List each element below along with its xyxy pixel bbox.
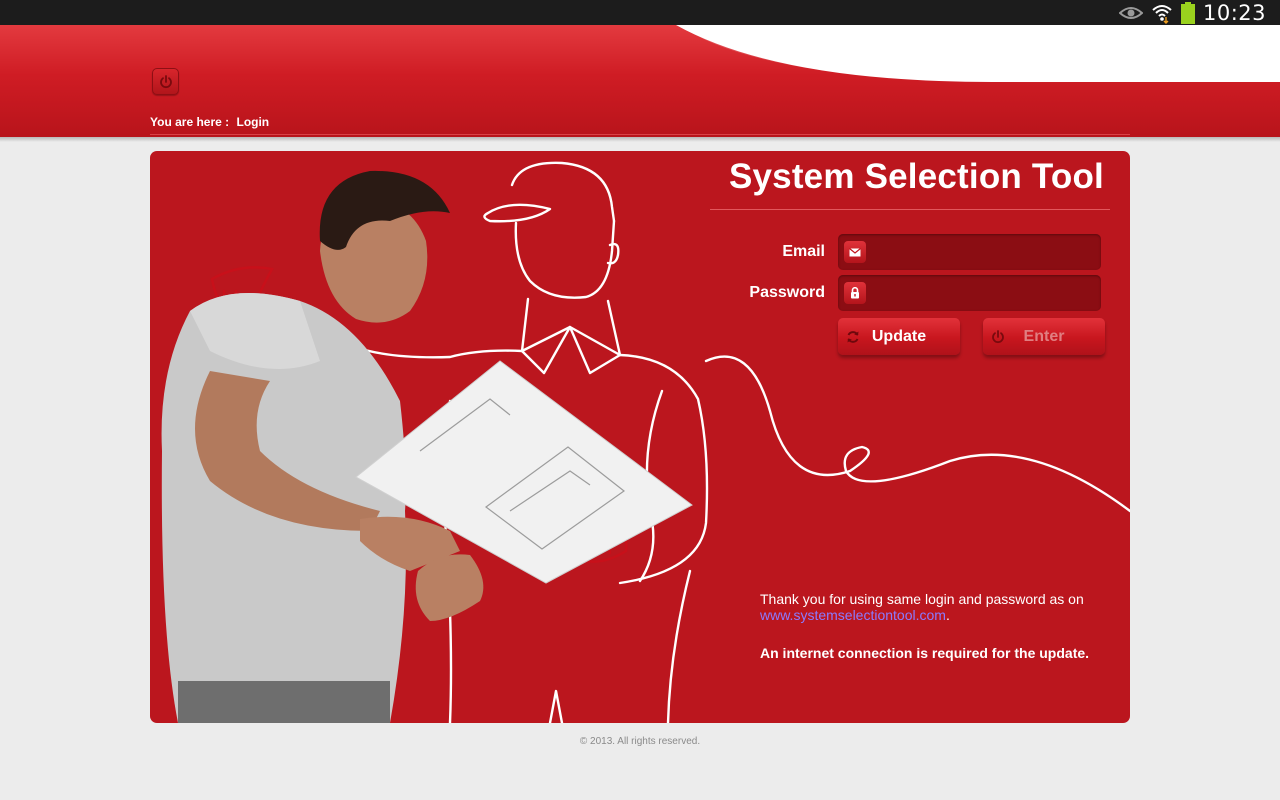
update-button-label: Update: [871, 328, 927, 345]
header-divider: [150, 134, 1130, 135]
email-input[interactable]: [872, 234, 1096, 270]
info-text: Thank you for using same login and passw…: [760, 591, 1084, 607]
page-title: System Selection Tool: [728, 157, 1104, 196]
eye-icon: [1118, 6, 1143, 19]
wifi-icon: [1152, 4, 1172, 24]
website-link[interactable]: www.systemselectiontool.com: [760, 607, 946, 623]
login-panel: System Selection Tool Email Password Upd…: [150, 151, 1130, 723]
battery-icon: [1180, 1, 1195, 24]
email-label: Email: [782, 243, 825, 260]
email-field-wrapper: [838, 234, 1101, 270]
login-info-text: Thank you for using same login and passw…: [760, 591, 1090, 623]
breadcrumb-prefix: You are here :: [150, 115, 230, 129]
envelope-icon: [844, 241, 866, 263]
power-icon: [159, 74, 172, 88]
header-shadow: [0, 137, 1280, 142]
status-clock: 10:23: [1202, 0, 1266, 25]
internet-required-note: An internet connection is required for t…: [760, 645, 1090, 661]
info-text-end: .: [945, 607, 950, 623]
copyright-footer: © 2013. All rights reserved.: [579, 736, 701, 747]
password-label: Password: [749, 284, 825, 301]
update-button[interactable]: Update: [838, 318, 960, 355]
power-button[interactable]: [152, 68, 179, 95]
breadcrumb-current[interactable]: Login: [236, 115, 269, 129]
enter-button-label: Enter: [1023, 328, 1065, 345]
lock-icon: [844, 282, 866, 304]
status-bar: 10:23: [0, 0, 1280, 25]
enter-button[interactable]: Enter: [983, 318, 1105, 355]
title-divider: [710, 209, 1110, 210]
breadcrumb: You are here : Login: [150, 115, 273, 129]
password-field-wrapper: [838, 275, 1101, 311]
password-input[interactable]: [872, 275, 1096, 311]
